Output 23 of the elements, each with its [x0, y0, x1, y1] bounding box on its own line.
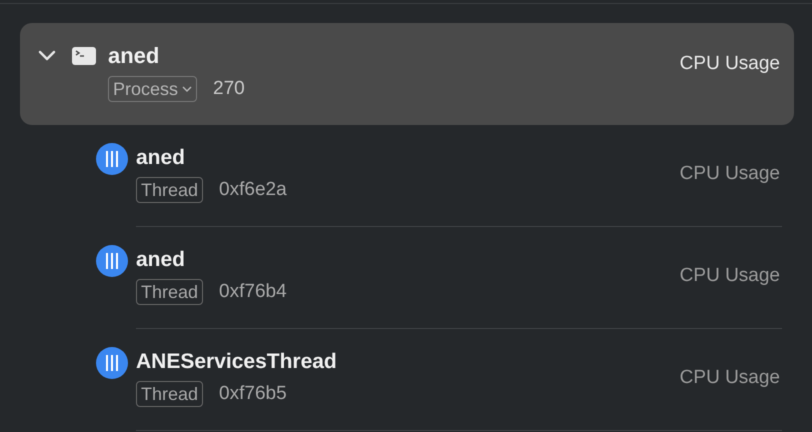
thread-id: 0xf6e2a [219, 178, 287, 202]
chevron-down-icon[interactable] [38, 50, 56, 62]
metric-label: CPU Usage [680, 366, 780, 390]
process-id: 270 [213, 76, 245, 101]
process-type-dropdown[interactable]: Process [108, 76, 198, 102]
metric-label: CPU Usage [680, 52, 780, 76]
thread-name: aned [136, 248, 186, 270]
metric-label: CPU Usage [680, 162, 780, 186]
thread-type-tag: Thread [136, 381, 204, 407]
caret-icon [182, 86, 192, 92]
thread-name: ANEServicesThread [136, 350, 337, 372]
thread-name: aned [136, 146, 186, 168]
thread-icon [96, 143, 128, 175]
process-name: aned [108, 44, 160, 67]
process-row[interactable]: aned Process 270 CPU Usage [20, 23, 794, 125]
thread-id: 0xf76b5 [219, 382, 287, 406]
metric-label: CPU Usage [680, 264, 780, 288]
thread-type-tag: Thread [136, 177, 204, 203]
thread-icon [96, 245, 128, 277]
terminal-icon [72, 46, 96, 65]
thread-icon [96, 347, 128, 379]
thread-type-tag: Thread [136, 279, 204, 305]
thread-id: 0xf76b4 [219, 280, 287, 304]
